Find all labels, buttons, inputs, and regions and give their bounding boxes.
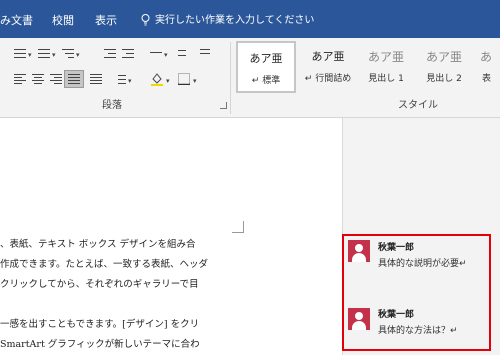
bullets-icon[interactable] — [14, 48, 26, 58]
avatar — [348, 308, 370, 330]
style-no-spacing[interactable]: あア亜 ↵ 行間詰め — [298, 41, 358, 93]
show-formatting-marks-icon[interactable] — [200, 48, 212, 58]
align-left-icon[interactable] — [14, 74, 26, 84]
chevron-down-icon[interactable]: ▾ — [52, 51, 56, 59]
distributed-icon[interactable] — [90, 74, 102, 84]
decrease-indent-icon[interactable] — [104, 48, 116, 58]
avatar — [348, 240, 370, 262]
document-line: 作成できます。たとえば、一致する表紙、ヘッダ — [0, 259, 209, 270]
multilevel-list-icon[interactable] — [62, 48, 74, 58]
document-page[interactable]: 、表紙、テキスト ボックス デザインを組み合 作成できます。たとえば、一致する表… — [0, 118, 342, 355]
ribbon-tab-bar: み文書 校閲 表示 実行したい作業を入力してください — [0, 0, 500, 38]
style-sample: あ — [480, 50, 493, 64]
style-sample: あア亜 — [249, 52, 283, 65]
style-name: ↵ 標準 — [251, 76, 281, 86]
ribbon: ▾ ▾ ▾ ▾ ▾ ▾ ▾ 段落 あア亜 ↵ 標準 あア亜 ↵ 行間詰め あア亜… — [0, 38, 500, 118]
chevron-down-icon[interactable]: ▾ — [193, 77, 197, 85]
style-name: 表 — [482, 74, 492, 84]
line-spacing-icon[interactable] — [114, 74, 126, 84]
align-right-icon[interactable] — [50, 74, 62, 84]
lightbulb-icon — [141, 14, 150, 26]
numbering-icon[interactable] — [38, 48, 50, 58]
align-center-icon[interactable] — [32, 74, 44, 84]
tab-view[interactable]: 表示 — [95, 14, 117, 28]
style-heading-2[interactable]: あア亜 見出し 2 — [414, 41, 474, 93]
comment-author: 秋葉一郎 — [378, 310, 415, 320]
borders-icon[interactable] — [178, 73, 190, 85]
style-title[interactable]: あ 表 — [470, 41, 500, 93]
chevron-down-icon[interactable]: ▾ — [128, 77, 132, 85]
comment-text[interactable]: 具体的な方法は？↵ — [378, 325, 458, 337]
chevron-down-icon[interactable]: ▾ — [164, 51, 168, 59]
style-normal[interactable]: あア亜 ↵ 標準 — [236, 41, 296, 93]
tab-review[interactable]: 校閲 — [52, 14, 74, 28]
style-heading-1[interactable]: あア亜 見出し 1 — [356, 41, 416, 93]
document-line: 、表紙、テキスト ボックス デザインを組み合 — [0, 239, 196, 250]
shading-icon[interactable] — [150, 72, 164, 86]
chevron-down-icon[interactable]: ▾ — [28, 51, 32, 59]
justify-icon — [68, 74, 80, 84]
paragraph-group-label: 段落 — [102, 100, 122, 111]
style-name: 見出し 1 — [368, 74, 404, 84]
chevron-down-icon[interactable]: ▾ — [166, 77, 170, 85]
document-line: 一感を出すこともできます。[デザイン] をクリ — [0, 319, 200, 330]
tab-mailings-partial[interactable]: み文書 — [0, 14, 33, 28]
styles-group-label: スタイル — [398, 100, 438, 111]
increase-indent-icon[interactable] — [122, 48, 134, 58]
style-sample: あア亜 — [311, 50, 345, 63]
justify-button[interactable] — [64, 70, 84, 88]
asian-layout-icon[interactable] — [150, 48, 162, 58]
document-line: SmartArt グラフィックが新しいテーマに合わ — [0, 339, 200, 350]
margin-corner-mark — [232, 221, 244, 233]
comment-text[interactable]: 具体的な説明が必要↵ — [378, 258, 467, 270]
paragraph-dialog-launcher-icon[interactable] — [220, 102, 227, 109]
style-sample: あア亜 — [367, 50, 404, 64]
tell-me-search-box[interactable]: 実行したい作業を入力してください — [155, 14, 314, 28]
chevron-down-icon[interactable]: ▾ — [76, 51, 80, 59]
style-name: ↵ 行間詰め — [304, 74, 352, 84]
style-sample: あア亜 — [425, 50, 462, 64]
comment-author: 秋葉一郎 — [378, 243, 415, 253]
sort-icon[interactable] — [178, 48, 190, 58]
document-line: クリックしてから、それぞれのギャラリーで目 — [0, 279, 199, 290]
style-name: 見出し 2 — [426, 74, 462, 84]
group-separator — [230, 42, 231, 114]
